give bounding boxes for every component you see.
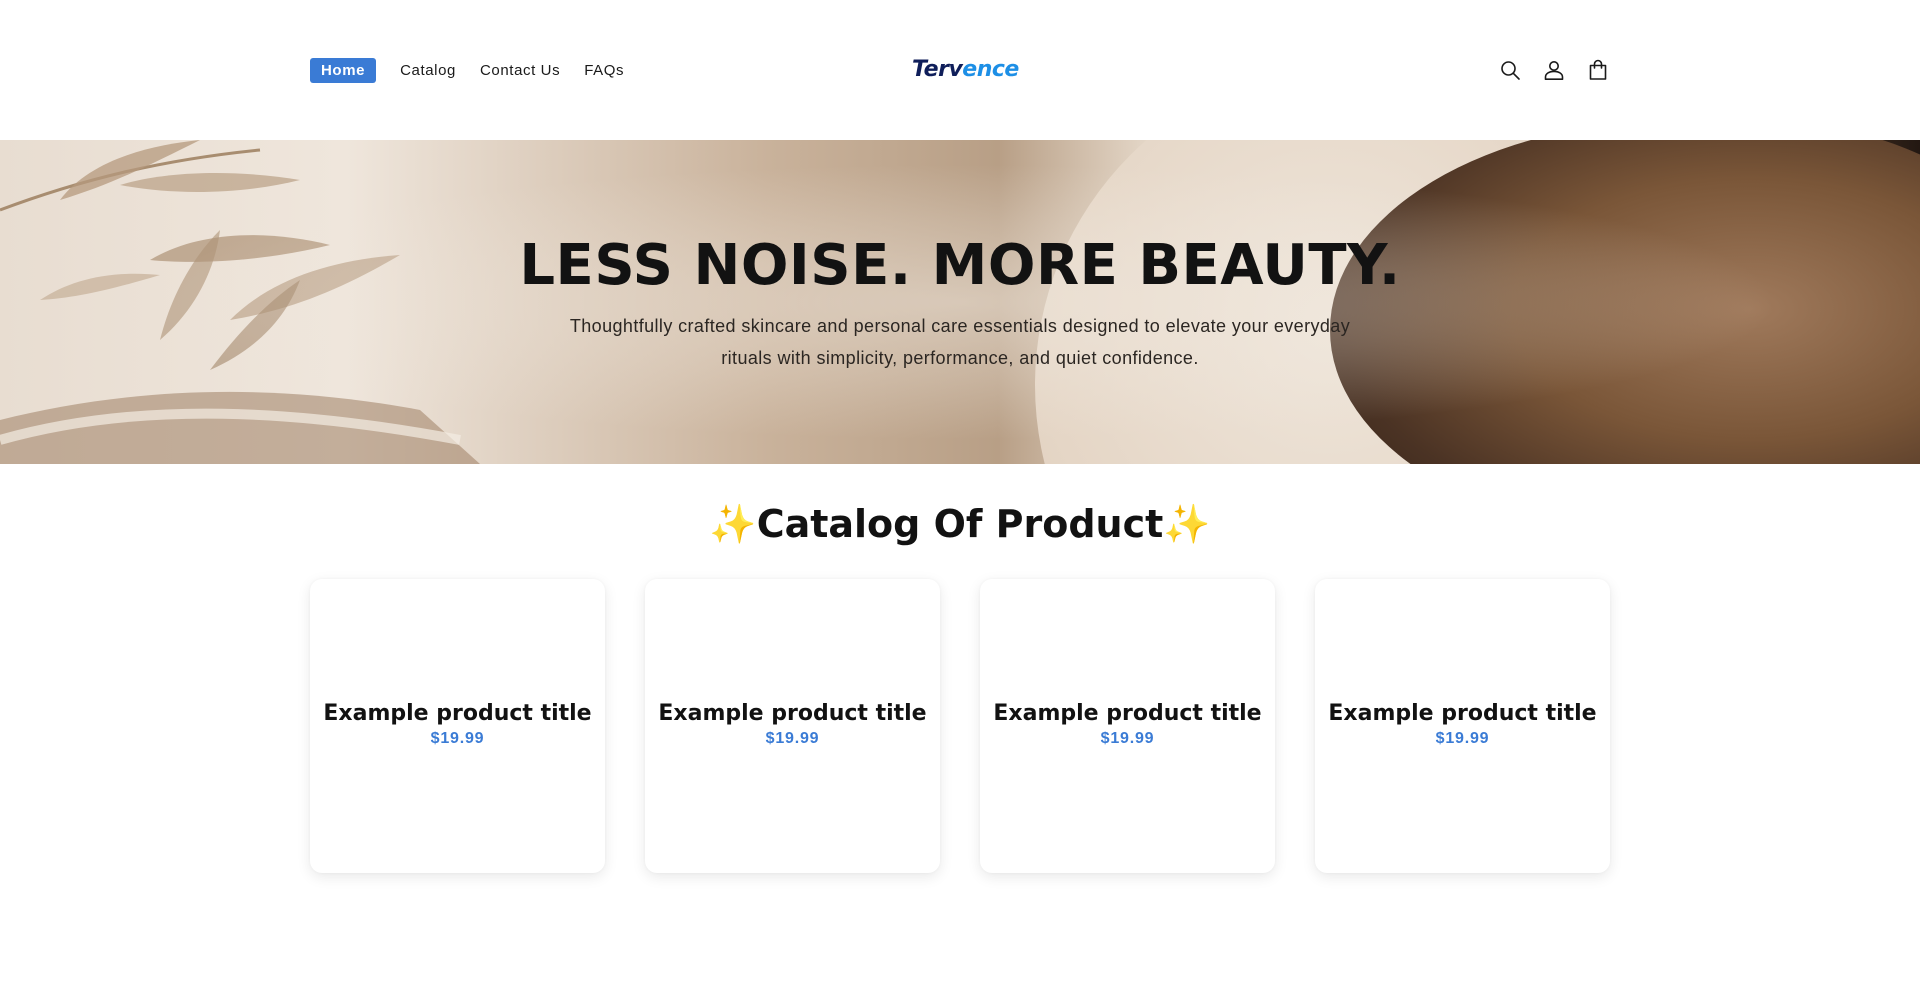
site-header: Home Catalog Contact Us FAQs Tervence	[0, 0, 1920, 140]
product-card[interactable]: Example product title $19.99	[310, 579, 605, 873]
product-title[interactable]: Example product title	[645, 700, 940, 728]
main-nav: Home Catalog Contact Us FAQs	[310, 57, 637, 83]
product-title[interactable]: Example product title	[980, 700, 1275, 728]
product-price: $19.99	[1435, 730, 1490, 747]
product-title[interactable]: Example product title	[1315, 700, 1610, 728]
product-grid: Example product title $19.99 Example pro…	[310, 579, 1610, 873]
nav-item-contact-us[interactable]: Contact Us	[469, 58, 571, 83]
search-icon[interactable]	[1496, 56, 1524, 84]
hero-banner: LESS NOISE. MORE BEAUTY. Thoughtfully cr…	[0, 140, 1920, 464]
product-card[interactable]: Example product title $19.99	[645, 579, 940, 873]
nav-item-faqs[interactable]: FAQs	[573, 58, 635, 83]
product-card[interactable]: Example product title $19.99	[980, 579, 1275, 873]
product-price: $19.99	[1100, 730, 1155, 747]
nav-item-home[interactable]: Home	[310, 57, 377, 83]
logo-text-part2: ence	[962, 57, 1019, 82]
product-price: $19.99	[430, 730, 485, 747]
hero-subtitle: Thoughtfully crafted skincare and person…	[569, 316, 1351, 368]
account-icon[interactable]	[1540, 56, 1568, 84]
hero-text-veil	[0, 140, 1920, 464]
header-icons	[1496, 56, 1612, 84]
catalog-section-title: ✨Catalog Of Product✨	[0, 498, 1920, 550]
cart-icon[interactable]	[1584, 56, 1612, 84]
nav-item-catalog[interactable]: Catalog	[389, 58, 467, 83]
site-logo[interactable]: Tervence	[912, 54, 1019, 86]
product-card[interactable]: Example product title $19.99	[1315, 579, 1610, 873]
sparkles-icon-left: ✨	[709, 502, 757, 546]
hero-title: LESS NOISE. MORE BEAUTY.	[519, 233, 1401, 298]
catalog-title-text: Catalog Of Product	[756, 502, 1164, 546]
product-price: $19.99	[765, 730, 820, 747]
sparkles-icon-right: ✨	[1163, 502, 1211, 546]
product-title[interactable]: Example product title	[310, 700, 605, 728]
logo-text-part1: Terv	[912, 57, 963, 82]
